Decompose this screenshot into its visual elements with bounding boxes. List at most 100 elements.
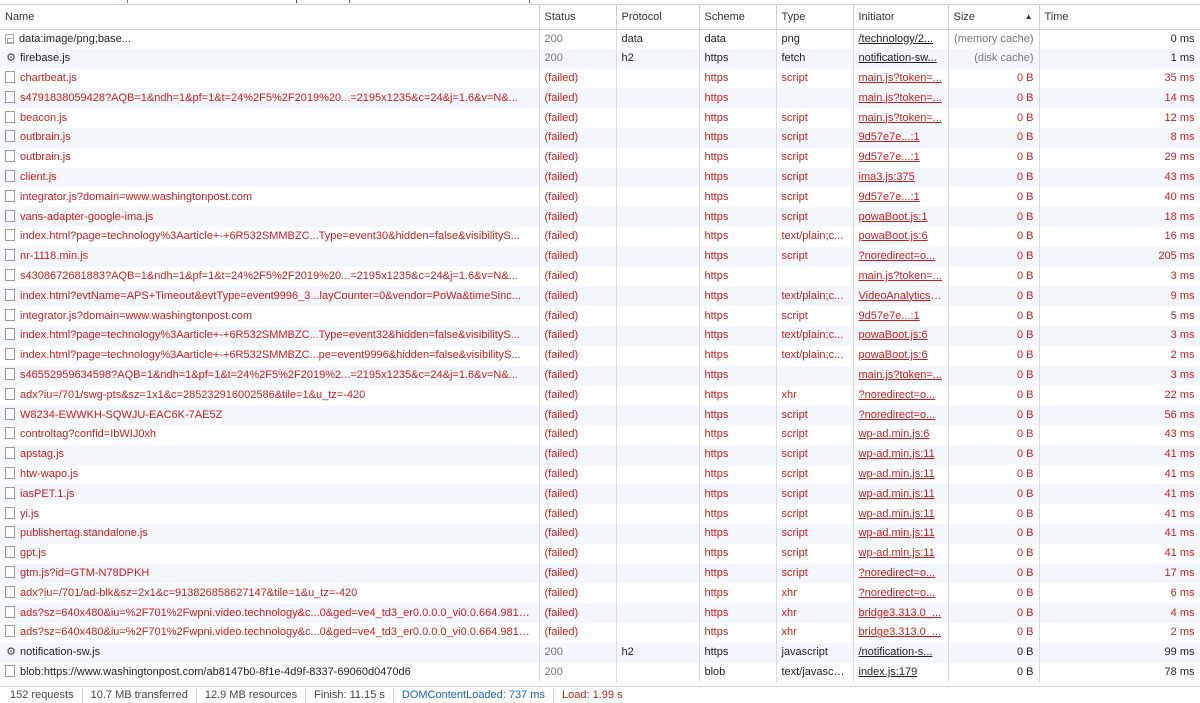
request-name-cell[interactable]: publishertag.standalone.js <box>0 523 540 544</box>
table-row[interactable]: chartbeat.js (failed) https script main.js?t… <box>0 68 1200 89</box>
request-name-cell[interactable]: index.html?page=technology%3Aarticle+-+6… <box>0 325 540 346</box>
initiator-link[interactable]: wp-ad.min.js:6 <box>859 428 930 440</box>
request-name-cell[interactable]: ⚙ notification-sw.js <box>0 642 540 663</box>
initiator-link[interactable]: bridge3.313.0_... <box>859 626 942 638</box>
request-name-cell[interactable]: chartbeat.js <box>0 68 540 89</box>
column-header-type[interactable]: Type <box>776 5 854 30</box>
table-row[interactable]: ⚙ firebase.js 200 h2 https fetch notification-… <box>0 48 1200 69</box>
table-row[interactable]: apstag.js (failed) https script wp-ad.min.js… <box>0 444 1200 465</box>
request-name-cell[interactable]: beacon.js <box>0 108 540 128</box>
column-header-time[interactable]: Time <box>1039 5 1200 30</box>
initiator-link[interactable]: wp-ad.min.js:11 <box>859 527 935 539</box>
request-name-cell[interactable]: s4308672681883?AQB=1&ndh=1&pf=1&t=24%2F5… <box>0 266 540 287</box>
initiator-link[interactable]: powaBoot.js:6 <box>859 329 928 341</box>
initiator-link[interactable]: notification-sw... <box>859 52 937 64</box>
initiator-link[interactable]: ?noredirect=o... <box>859 587 936 599</box>
request-name-cell[interactable]: index.html?page=technology%3Aarticle+-+6… <box>0 226 540 247</box>
table-row[interactable]: index.html?evtName=APS+Timeout&evtType=e… <box>0 286 1200 307</box>
initiator-link[interactable]: wp-ad.min.js:11 <box>859 547 935 559</box>
initiator-link[interactable]: wp-ad.min.js:11 <box>859 508 935 520</box>
request-name-cell[interactable]: data:image/png;base... <box>0 29 540 49</box>
table-row[interactable]: beacon.js (failed) https script main.js?toke… <box>0 108 1200 128</box>
request-name-cell[interactable]: index.html?evtName=APS+Timeout&evtType=e… <box>0 286 540 307</box>
column-header-initiator[interactable]: Initiator <box>853 5 949 30</box>
table-row[interactable]: s46552959634598?AQB=1&ndh=1&pf=1&t=24%2F… <box>0 365 1200 386</box>
initiator-link[interactable]: main.js?token=... <box>859 369 942 381</box>
table-row[interactable]: iasPET.1.js (failed) https script wp-ad.min.… <box>0 484 1200 505</box>
initiator-link[interactable]: main.js?token=... <box>859 92 942 104</box>
table-row[interactable]: nr-1118.min.js (failed) https script ?noredi… <box>0 246 1200 267</box>
table-row[interactable]: htw-wapo.js (failed) https script wp-ad.min.… <box>0 464 1200 485</box>
table-row[interactable]: blob:https://www.washingtonpost.com/ab81… <box>0 662 1200 683</box>
table-row[interactable]: integrator.js?domain=www.washingtonpost.… <box>0 187 1200 208</box>
table-row[interactable]: client.js (failed) https script ima3.js:375 0… <box>0 167 1200 188</box>
initiator-link[interactable]: powaBoot.js:6 <box>859 349 928 361</box>
request-name-cell[interactable]: client.js <box>0 167 540 188</box>
initiator-link[interactable]: 9d57e7e...:1 <box>859 131 920 143</box>
request-name-cell[interactable]: ads?sz=640x480&iu=%2F701%2Fwpni.video.te… <box>0 622 540 643</box>
column-header-scheme[interactable]: Scheme <box>699 5 777 30</box>
request-name-cell[interactable]: nr-1118.min.js <box>0 246 540 267</box>
column-header-status[interactable]: Status <box>539 5 617 30</box>
table-row[interactable]: controltag?confid=IbWIJ0xh (failed) https s… <box>0 424 1200 445</box>
request-name-cell[interactable]: integrator.js?domain=www.washingtonpost.… <box>0 306 540 326</box>
request-name-cell[interactable]: index.html?page=technology%3Aarticle+-+6… <box>0 345 540 366</box>
initiator-link[interactable]: bridge3.313.0_... <box>859 607 942 619</box>
table-row[interactable]: index.html?page=technology%3Aarticle+-+6… <box>0 226 1200 247</box>
table-row[interactable]: outbrain.js (failed) https script 9d57e7e...… <box>0 147 1200 168</box>
initiator-link[interactable]: powaBoot.js:6 <box>859 230 928 242</box>
initiator-link[interactable]: powaBoot.js:1 <box>859 211 928 223</box>
initiator-link[interactable]: wp-ad.min.js:11 <box>859 488 935 500</box>
initiator-link[interactable]: 9d57e7e...:1 <box>859 310 920 322</box>
initiator-link[interactable]: /notification-s... <box>859 646 933 658</box>
initiator-link[interactable]: wp-ad.min.js:11 <box>859 468 935 480</box>
request-name-cell[interactable]: adx?iu=/701/swg-pts&sz=1x1&c=28523291600… <box>0 385 540 406</box>
initiator-link[interactable]: ima3.js:375 <box>859 171 915 183</box>
initiator-link[interactable]: ?noredirect=o... <box>859 409 936 421</box>
table-row[interactable]: integrator.js?domain=www.washingtonpost.… <box>0 306 1200 326</box>
table-row[interactable]: W8234-EWWKH-SQWJU-EAC6K-7AE5Z (failed) htt… <box>0 405 1200 425</box>
table-row[interactable]: index.html?page=technology%3Aarticle+-+6… <box>0 345 1200 366</box>
table-row[interactable]: yi.js (failed) https script wp-ad.min.js:11 0… <box>0 504 1200 524</box>
initiator-link[interactable]: ?noredirect=o... <box>859 567 936 579</box>
table-row[interactable]: data:image/png;base... 200 data data png/tec… <box>0 29 1200 49</box>
request-name-cell[interactable]: gpt.js <box>0 543 540 564</box>
request-name-cell[interactable]: yi.js <box>0 504 540 524</box>
initiator-link[interactable]: 9d57e7e...:1 <box>859 151 920 163</box>
initiator-link[interactable]: VideoAnalytics.... <box>859 290 943 302</box>
request-name-cell[interactable]: outbrain.js <box>0 127 540 148</box>
initiator-link[interactable]: 9d57e7e...:1 <box>859 191 920 203</box>
column-header-name[interactable]: Name <box>0 5 540 30</box>
table-row[interactable]: s4308672681883?AQB=1&ndh=1&pf=1&t=24%2F5… <box>0 266 1200 287</box>
table-row[interactable]: s4791838059428?AQB=1&ndh=1&pf=1&t=24%2F5… <box>0 88 1200 109</box>
table-row[interactable]: ads?sz=640x480&iu=%2F701%2Fwpni.video.te… <box>0 603 1200 623</box>
column-header-protocol[interactable]: Protocol <box>616 5 700 30</box>
initiator-link[interactable]: /technology/2... <box>859 33 934 45</box>
request-name-cell[interactable]: blob:https://www.washingtonpost.com/ab81… <box>0 662 540 683</box>
table-row[interactable]: ⚙ notification-sw.js 200 h2 https javascript /… <box>0 642 1200 663</box>
request-name-cell[interactable]: controltag?confid=IbWIJ0xh <box>0 424 540 445</box>
initiator-link[interactable]: index.js:179 <box>859 666 918 678</box>
request-name-cell[interactable]: adx?iu=/701/ad-blk&sz=2x1&c=913826858627… <box>0 583 540 604</box>
table-row[interactable]: outbrain.js (failed) https script 9d57e7e...… <box>0 127 1200 148</box>
table-row[interactable]: gtm.js?id=GTM-N78DPKH (failed) https script… <box>0 563 1200 584</box>
request-name-cell[interactable]: ads?sz=640x480&iu=%2F701%2Fwpni.video.te… <box>0 603 540 623</box>
request-name-cell[interactable]: outbrain.js <box>0 147 540 168</box>
table-row[interactable]: adx?iu=/701/swg-pts&sz=1x1&c=28523291600… <box>0 385 1200 406</box>
initiator-link[interactable]: main.js?token=... <box>859 112 942 124</box>
request-name-cell[interactable]: apstag.js <box>0 444 540 465</box>
request-name-cell[interactable]: htw-wapo.js <box>0 464 540 485</box>
initiator-link[interactable]: ?noredirect=o... <box>859 389 936 401</box>
table-row[interactable]: gpt.js (failed) https script wp-ad.min.js:11… <box>0 543 1200 564</box>
initiator-link[interactable]: wp-ad.min.js:11 <box>859 448 935 460</box>
request-name-cell[interactable]: iasPET.1.js <box>0 484 540 505</box>
column-header-size[interactable]: Size ▲ <box>948 5 1040 30</box>
table-row[interactable]: publishertag.standalone.js (failed) https s… <box>0 523 1200 544</box>
table-row[interactable]: ads?sz=640x480&iu=%2F701%2Fwpni.video.te… <box>0 622 1200 643</box>
initiator-link[interactable]: main.js?token=... <box>859 72 942 84</box>
table-row[interactable]: index.html?page=technology%3Aarticle+-+6… <box>0 325 1200 346</box>
request-name-cell[interactable]: s4791838059428?AQB=1&ndh=1&pf=1&t=24%2F5… <box>0 88 540 109</box>
request-name-cell[interactable]: s46552959634598?AQB=1&ndh=1&pf=1&t=24%2F… <box>0 365 540 386</box>
table-row[interactable]: vans-adapter-google-ima.js (failed) https s… <box>0 207 1200 227</box>
request-name-cell[interactable]: integrator.js?domain=www.washingtonpost.… <box>0 187 540 208</box>
